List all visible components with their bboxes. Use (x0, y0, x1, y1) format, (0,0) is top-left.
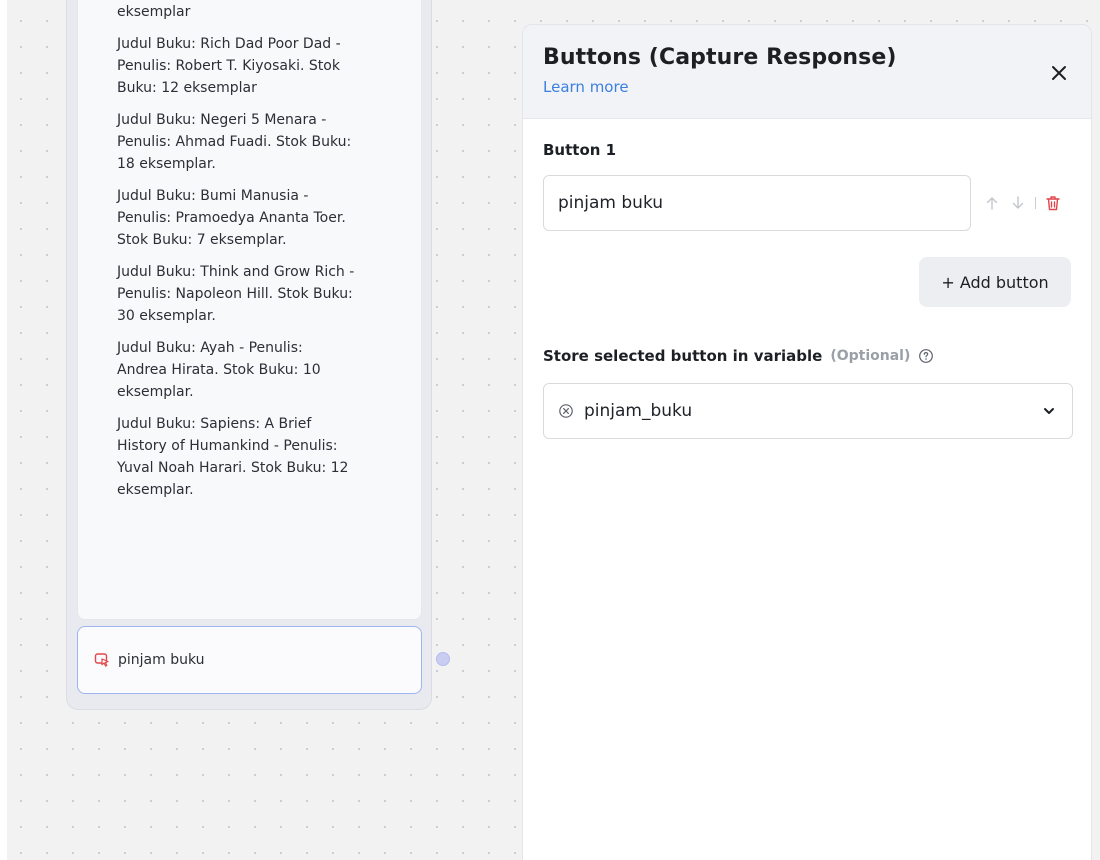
node-text-line: eksemplar (117, 4, 191, 20)
node-text-paragraph: Judul Buku: Ayah - Penulis: Andrea Hirata… (117, 337, 405, 403)
button-row-tools (983, 194, 1062, 212)
node-button-label: pinjam buku (118, 652, 205, 668)
node-text-line: Penulis: Ahmad Fuadi. Stok Buku: (117, 134, 352, 150)
variable-label: Store selected button in variable (543, 347, 823, 365)
variable-select[interactable]: pinjam_buku (543, 383, 1073, 439)
tool-separator (1035, 197, 1036, 209)
help-icon[interactable] (918, 348, 934, 364)
node-text-paragraph: Judul Buku: Think and Grow Rich - Penulis… (117, 261, 405, 327)
node-text-block[interactable]: Henry Manampiring. Stok Buku: 8eksemplar… (77, 0, 422, 620)
node-text-lines: Henry Manampiring. Stok Buku: 8eksemplar… (117, 0, 405, 501)
node-text-line: History of Humankind - Penulis: (117, 438, 338, 454)
button-section-label: Button 1 (543, 141, 617, 159)
trash-icon[interactable] (1044, 194, 1062, 212)
node-text-line: Judul Buku: Rich Dad Poor Dad - (117, 36, 341, 52)
arrow-up-icon[interactable] (983, 194, 1001, 212)
panel-body: Button 1 + Add button Store sel (523, 119, 1091, 461)
node-text-line: Judul Buku: Sapiens: A Brief (117, 416, 312, 432)
add-button[interactable]: + Add button (919, 257, 1071, 307)
close-icon (1051, 65, 1067, 81)
node-text-paragraph: Judul Buku: Negeri 5 Menara - Penulis: Ah… (117, 109, 405, 175)
variable-value: pinjam_buku (584, 401, 693, 421)
node-text-line: 18 eksemplar. (117, 156, 216, 172)
node-text-paragraph: Judul Buku: Bumi Manusia - Penulis: Pramo… (117, 185, 405, 251)
optional-label: (Optional) (830, 348, 911, 364)
variable-label-row: Store selected button in variable (Optio… (543, 347, 1071, 365)
panel-title: Buttons (Capture Response) (543, 45, 897, 70)
close-button[interactable] (1047, 61, 1071, 85)
node-text-line: Stok Buku: 7 eksemplar. (117, 232, 287, 248)
button-row (543, 175, 1071, 231)
node-text-line: Penulis: Pramoedya Ananta Toer. (117, 210, 346, 226)
node-text-line: Penulis: Napoleon Hill. Stok Buku: (117, 286, 353, 302)
node-text-line: 30 eksemplar. (117, 308, 216, 324)
node-text-line: eksemplar. (117, 384, 194, 400)
node-button-item[interactable]: pinjam buku (77, 626, 422, 694)
cursor-click-icon (94, 652, 110, 668)
node-text-line: eksemplar. (117, 482, 194, 498)
chevron-down-icon (1040, 402, 1058, 420)
connector-handle[interactable] (436, 652, 450, 666)
node-text-line: Judul Buku: Think and Grow Rich - (117, 264, 355, 280)
node-text-line: Judul Buku: Bumi Manusia - (117, 188, 309, 204)
button-label-input[interactable] (543, 175, 971, 231)
buttons-settings-panel: Buttons (Capture Response) Learn more Bu… (522, 24, 1092, 860)
learn-more-link[interactable]: Learn more (543, 78, 629, 96)
node-text-line: Buku: 12 eksemplar (117, 80, 257, 96)
clear-circle-icon[interactable] (558, 403, 574, 419)
node-text-line: Penulis: Robert T. Kiyosaki. Stok (117, 58, 340, 74)
node-text-line: Andrea Hirata. Stok Buku: 10 (117, 362, 321, 378)
node-text-line: Judul Buku: Ayah - Penulis: (117, 340, 303, 356)
node-text-paragraph: Judul Buku: Rich Dad Poor Dad - Penulis: … (117, 33, 405, 99)
node-text-line: Yuval Noah Harari. Stok Buku: 12 (117, 460, 349, 476)
panel-header: Buttons (Capture Response) Learn more (523, 25, 1091, 119)
arrow-down-icon[interactable] (1009, 194, 1027, 212)
node-text-paragraph: Henry Manampiring. Stok Buku: 8eksemplar (117, 0, 405, 23)
node-text-paragraph: Judul Buku: Sapiens: A Brief History of H… (117, 413, 405, 501)
node-text-line: Judul Buku: Negeri 5 Menara - (117, 112, 327, 128)
canvas-left-edge (0, 0, 7, 860)
